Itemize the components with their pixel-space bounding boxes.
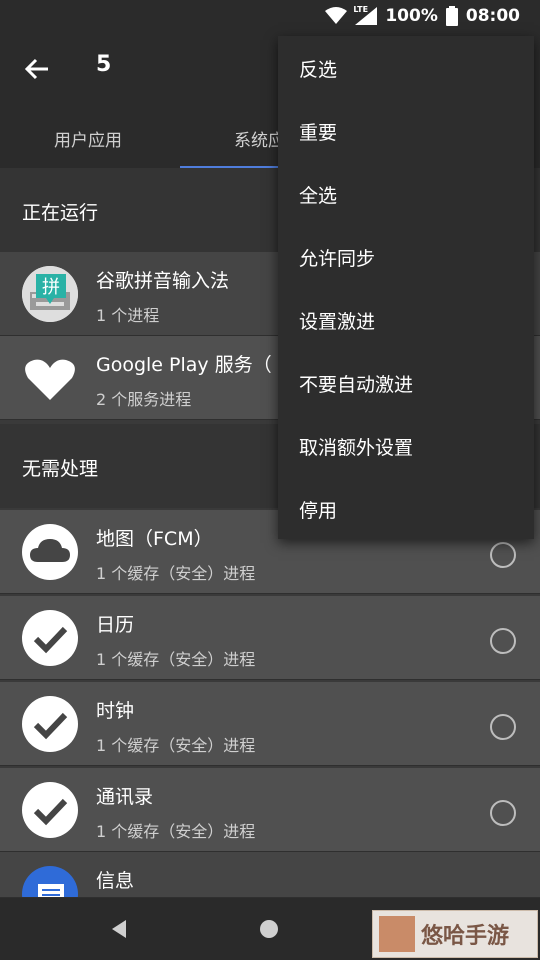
menu-item-invert-selection[interactable]: 反选 [278, 36, 534, 99]
app-name: 谷歌拼音输入法 [96, 270, 230, 292]
app-name: Google Play 服务（ [96, 354, 272, 376]
menu-item-allow-sync[interactable]: 允许同步 [278, 225, 534, 288]
menu-item-label: 全选 [299, 185, 338, 207]
app-detail: 2 个服务进程 [96, 390, 192, 409]
pinyin-keyboard-icon: 拼 [22, 266, 78, 322]
overflow-menu: 反选 重要 全选 允许同步 设置激进 不要自动激进 取消额外设置 停用 [278, 36, 534, 539]
select-radio[interactable] [490, 542, 516, 568]
pinyin-glyph: 拼 [42, 277, 60, 298]
message-icon [22, 866, 78, 897]
select-radio[interactable] [490, 628, 516, 654]
menu-item-select-all[interactable]: 全选 [278, 162, 534, 225]
menu-item-cancel-extra-settings[interactable]: 取消额外设置 [278, 414, 534, 477]
app-name: 地图（FCM） [96, 528, 213, 550]
nav-back-icon[interactable] [112, 920, 126, 938]
cloud-icon [22, 524, 78, 580]
menu-item-label: 重要 [299, 122, 338, 144]
watermark-text: 悠哈手游 [421, 924, 510, 949]
menu-item-set-aggressive[interactable]: 设置激进 [278, 288, 534, 351]
check-icon [22, 610, 78, 666]
network-type: LTE [353, 5, 369, 14]
tab-user-apps[interactable]: 用户应用 [54, 126, 122, 151]
app-name: 通讯录 [96, 786, 154, 808]
menu-item-label: 允许同步 [299, 248, 376, 270]
check-icon [22, 782, 78, 838]
list-item[interactable]: 日历 1 个缓存（安全）进程 [0, 596, 540, 680]
select-radio[interactable] [490, 800, 516, 826]
section-label: 正在运行 [22, 202, 99, 224]
list-item[interactable]: 信息 [0, 852, 540, 898]
app-detail: 1 个缓存（安全）进程 [96, 650, 256, 669]
cell-signal-icon: LTE [353, 5, 378, 25]
nav-home-icon[interactable] [260, 920, 278, 938]
menu-item-label: 停用 [299, 500, 338, 522]
check-icon [22, 696, 78, 752]
clock: 08:00 [465, 6, 520, 26]
watermark: 悠哈手游 [372, 910, 538, 958]
list-item[interactable]: 时钟 1 个缓存（安全）进程 [0, 682, 540, 766]
menu-item-important[interactable]: 重要 [278, 99, 534, 162]
menu-item-disable[interactable]: 停用 [278, 477, 534, 540]
back-arrow-icon[interactable] [22, 54, 52, 84]
heart-icon [22, 350, 78, 406]
menu-item-label: 设置激进 [299, 311, 376, 333]
menu-item-no-auto-aggressive[interactable]: 不要自动激进 [278, 351, 534, 414]
select-radio[interactable] [490, 714, 516, 740]
section-label: 无需处理 [22, 458, 99, 480]
page-title: 5 [96, 52, 112, 77]
app-detail: 1 个缓存（安全）进程 [96, 736, 256, 755]
app-name: 时钟 [96, 700, 135, 722]
watermark-logo-icon [379, 916, 415, 952]
battery-icon [445, 6, 458, 26]
list-item[interactable]: 通讯录 1 个缓存（安全）进程 [0, 768, 540, 852]
app-name: 日历 [96, 614, 135, 636]
app-name: 信息 [96, 870, 135, 892]
app-detail: 1 个缓存（安全）进程 [96, 822, 256, 841]
menu-item-label: 取消额外设置 [299, 437, 414, 459]
menu-item-label: 不要自动激进 [299, 374, 414, 396]
wifi-icon [325, 7, 348, 25]
battery-percent: 100% [385, 6, 438, 26]
app-detail: 1 个进程 [96, 306, 160, 325]
status-bar: LTE 100% 08:00 [0, 0, 540, 32]
menu-item-label: 反选 [299, 59, 338, 81]
app-detail: 1 个缓存（安全）进程 [96, 564, 256, 583]
